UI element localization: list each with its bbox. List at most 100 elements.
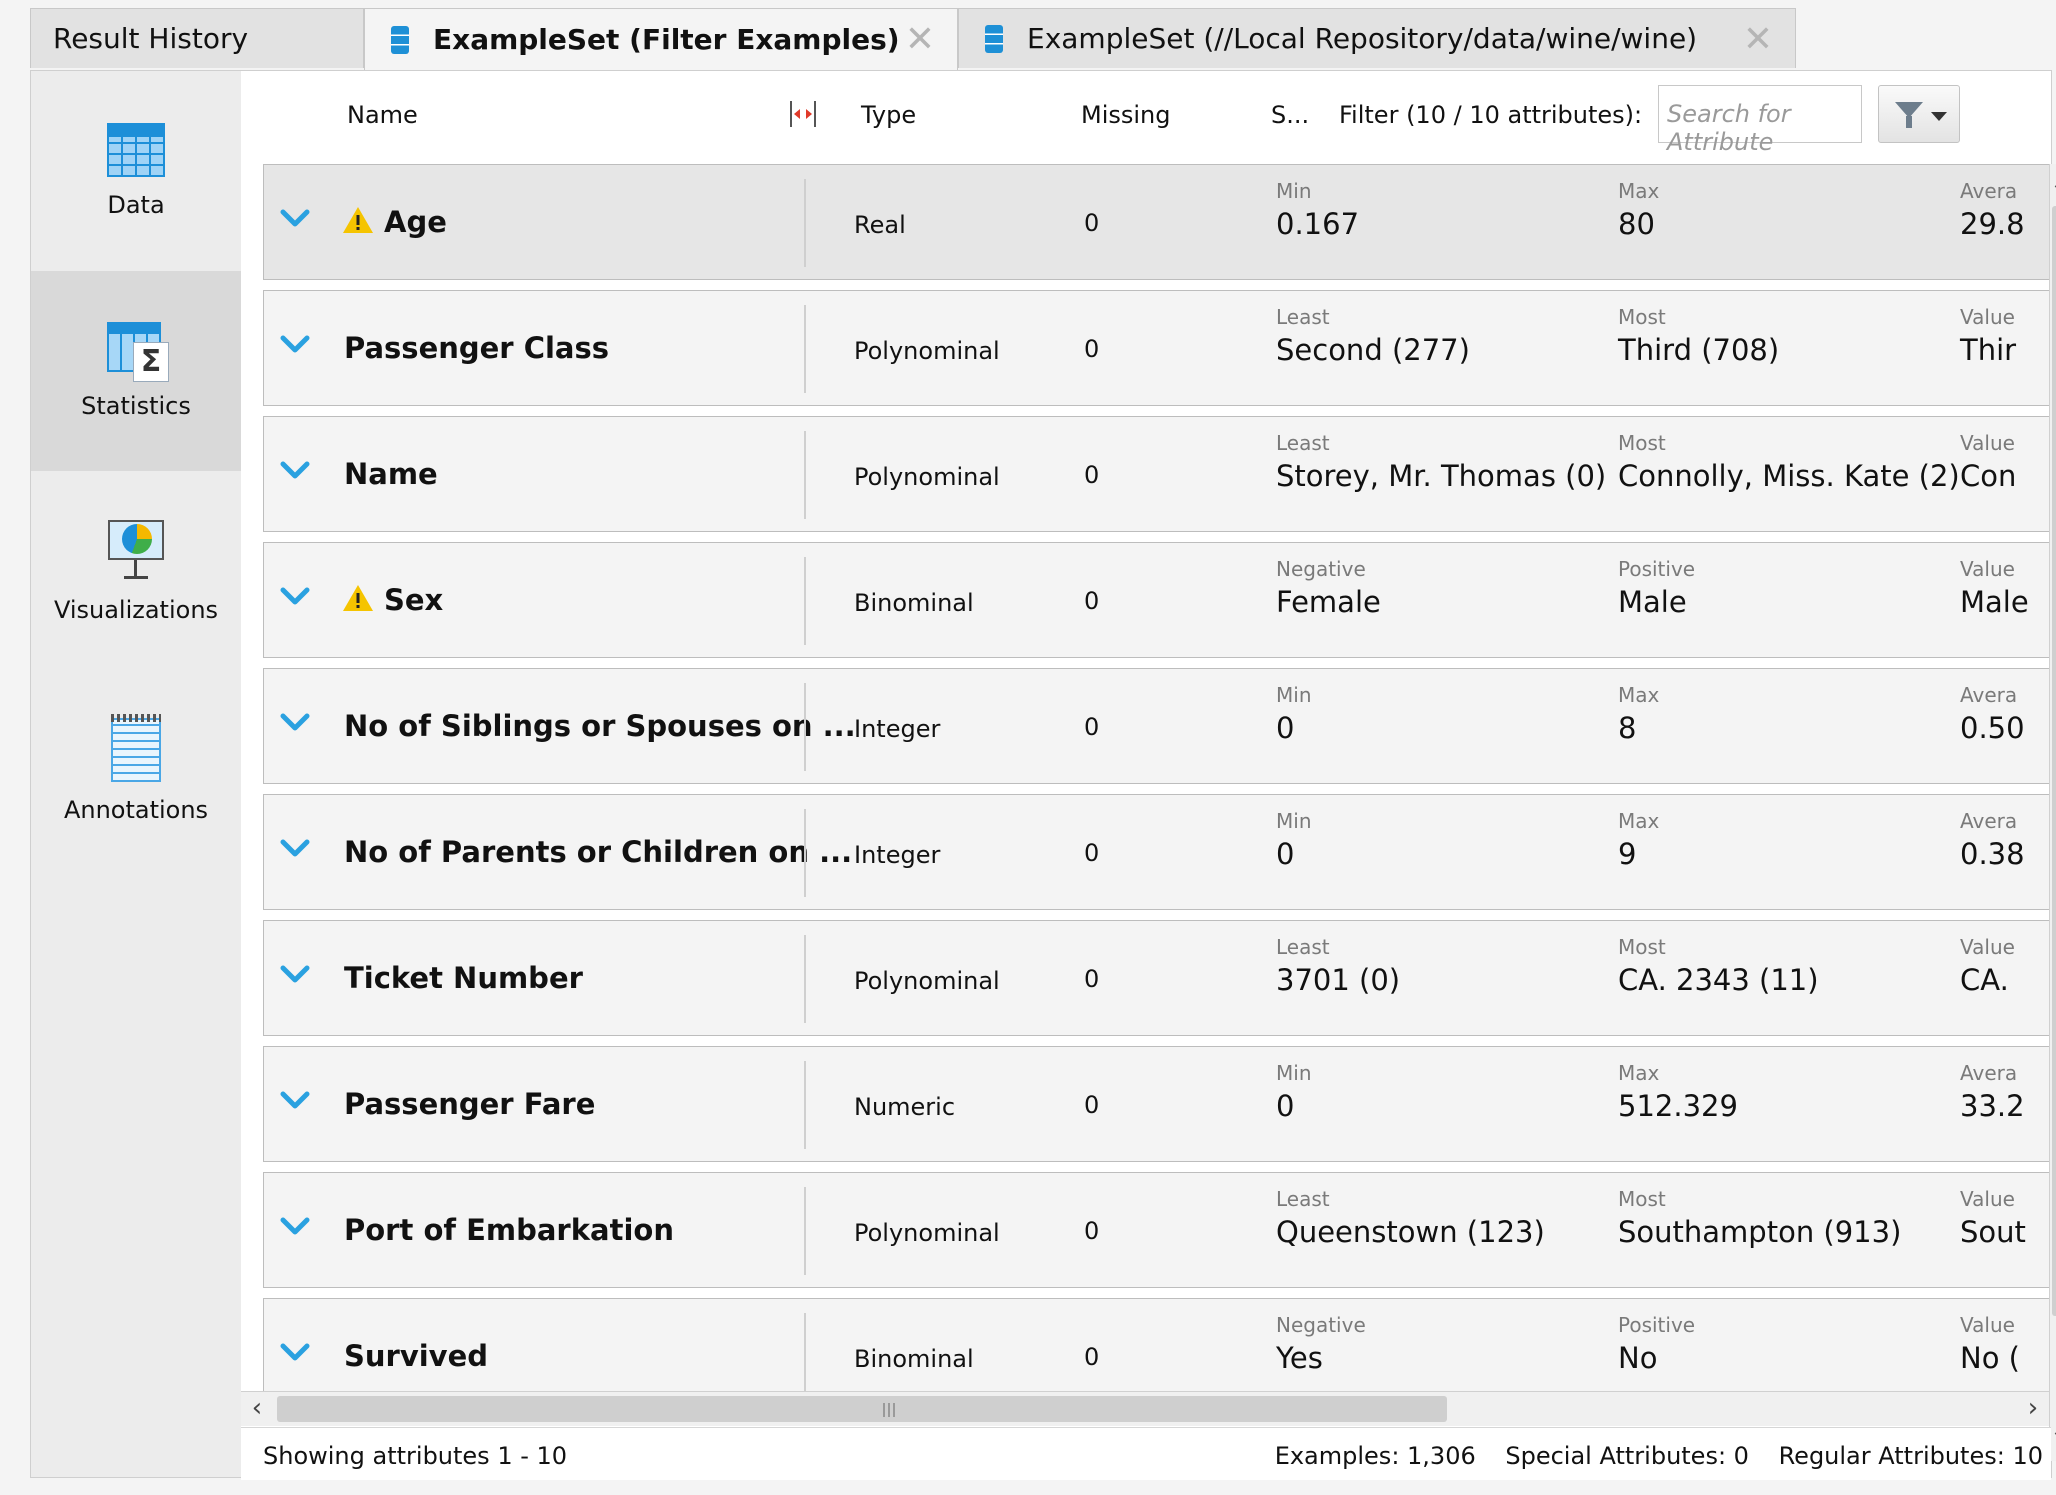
stat-value: Second (277) [1276,333,1470,367]
stat-value: 0.50 [1960,711,2025,745]
stat-label: Max [1618,1061,1660,1085]
view-data[interactable]: Data [31,71,241,271]
column-divider [804,557,806,645]
column-divider [804,935,806,1023]
stat-label: Positive [1618,1313,1696,1337]
attribute-name: No of Siblings or Spouses on ... [344,709,856,743]
header-missing[interactable]: Missing [1081,101,1171,129]
attribute-name: Name [344,457,438,491]
stat-value: 0.38 [1960,837,2025,871]
scroll-thumb[interactable] [277,1396,1447,1422]
stat-label: Least [1276,935,1330,959]
attribute-row[interactable]: Ticket Number Polynominal 0 Least 3701 (0) Mo… [263,920,2049,1036]
attribute-name: Ticket Number [344,961,583,995]
chevron-down-icon[interactable] [280,333,310,357]
attribute-row[interactable]: Sex Binominal 0 Negative Female Positive Male V… [263,542,2049,658]
showing-range: Showing attributes 1 - 10 [263,1442,568,1470]
attribute-name: Sex [384,583,444,617]
stat-label: Min [1276,179,1312,203]
vertical-scrollbar[interactable]: ︿ ﹀ [2049,164,2056,1461]
chevron-down-icon[interactable] [280,1089,310,1113]
stat-value: No ( [1960,1341,2020,1375]
chevron-down-icon[interactable] [280,711,310,735]
missing-count: 0 [1084,587,1100,615]
stat-label: Max [1618,809,1660,833]
attribute-type: Binominal [854,589,974,617]
attribute-row[interactable]: Passenger Fare Numeric 0 Min 0 Max 512.329 Aver… [263,1046,2049,1162]
attribute-row[interactable]: No of Parents or Children on ... Integer 0… [263,794,2049,910]
header-type[interactable]: Type [861,101,916,129]
chevron-down-icon[interactable] [280,585,310,609]
attribute-row[interactable]: Passenger Class Polynominal 0 Least Second (… [263,290,2049,406]
attribute-name: Passenger Fare [344,1087,596,1121]
attribute-type: Numeric [854,1093,956,1121]
stat-value: Thir [1960,333,2017,367]
stat-value: Female [1276,585,1381,619]
stat-label: Value [1960,557,2015,581]
horizontal-scrollbar[interactable]: ‹ › [241,1391,2049,1426]
stat-label: Value [1960,1187,2015,1211]
scroll-thumb[interactable] [2052,206,2056,1316]
chevron-down-icon[interactable] [280,1341,310,1365]
stat-label: Avera [1960,683,2018,707]
close-icon[interactable]: ✕ [905,19,935,60]
attribute-name: Passenger Class [344,331,610,365]
view-label: Statistics [81,392,191,420]
tab-label: ExampleSet (Filter Examples) [433,23,900,56]
chevron-down-icon [1931,112,1947,121]
attribute-type: Polynominal [854,337,1000,365]
header-statistics[interactable]: S... [1271,101,1309,129]
scroll-right-icon[interactable]: › [2017,1392,2049,1426]
close-icon[interactable]: ✕ [1743,19,1773,60]
missing-count: 0 [1084,839,1100,867]
scroll-left-icon[interactable]: ‹ [241,1392,273,1426]
statistics-view: Name Type Missing S... Filter (10 / 10 a… [241,71,2056,1480]
stat-value: 0.167 [1276,207,1360,241]
filter-dropdown-button[interactable] [1878,85,1960,143]
warning-icon [342,583,374,613]
chevron-down-icon[interactable] [280,837,310,861]
attribute-row[interactable]: No of Siblings or Spouses on ... Integer 0… [263,668,2049,784]
view-visualizations[interactable]: Visualizations [31,471,241,671]
attribute-type: Polynominal [854,463,1000,491]
chevron-down-icon[interactable] [280,207,310,231]
stat-label: Most [1618,935,1666,959]
chevron-down-icon[interactable] [280,963,310,987]
stat-label: Positive [1618,557,1696,581]
stat-value: 0 [1276,837,1295,871]
stat-value: Con [1960,459,2017,493]
tab-filter-examples[interactable]: ExampleSet (Filter Examples) ✕ [364,8,958,70]
stat-label: Value [1960,305,2015,329]
stat-value: Sout [1960,1215,2026,1249]
view-annotations[interactable]: Annotations [31,671,241,871]
filter-label: Filter (10 / 10 attributes): [1339,101,1643,129]
stat-label: Min [1276,809,1312,833]
column-divider [804,1187,806,1275]
tab-label: Result History [53,22,249,55]
stat-label: Most [1618,305,1666,329]
attribute-search-input[interactable]: Search for Attribute [1658,85,1862,156]
database-icon [391,25,409,54]
column-header: Name Type Missing S... Filter (10 / 10 a… [241,71,2051,156]
tab-wine-exampleset[interactable]: ExampleSet (//Local Repository/data/wine… [958,8,1796,68]
stat-label: Least [1276,431,1330,455]
stat-value: 29.8 [1960,207,2025,241]
attribute-row[interactable]: Age Real 0 Min 0.167 Max 80 Avera 29.8 [263,164,2049,280]
attribute-row[interactable]: Name Polynominal 0 Least Storey, Mr. Thomas … [263,416,2049,532]
header-name[interactable]: Name [347,101,418,129]
chevron-down-icon[interactable] [280,459,310,483]
attribute-name: Age [384,205,447,239]
tab-result-history[interactable]: Result History [30,8,364,68]
stat-value: 80 [1618,207,1655,241]
database-icon [985,24,1003,53]
annotations-icon [111,714,161,782]
view-statistics[interactable]: Σ Statistics [31,271,241,471]
examples-count: Examples: 1,306 [1274,1442,1476,1470]
attribute-row[interactable]: Port of Embarkation Polynominal 0 Least Quee… [263,1172,2049,1288]
stat-value: 512.329 [1618,1089,1738,1123]
scroll-up-icon[interactable]: ︿ [2050,164,2056,196]
resize-columns-icon[interactable] [788,101,818,127]
stat-label: Most [1618,1187,1666,1211]
stat-value: 0 [1276,711,1295,745]
chevron-down-icon[interactable] [280,1215,310,1239]
